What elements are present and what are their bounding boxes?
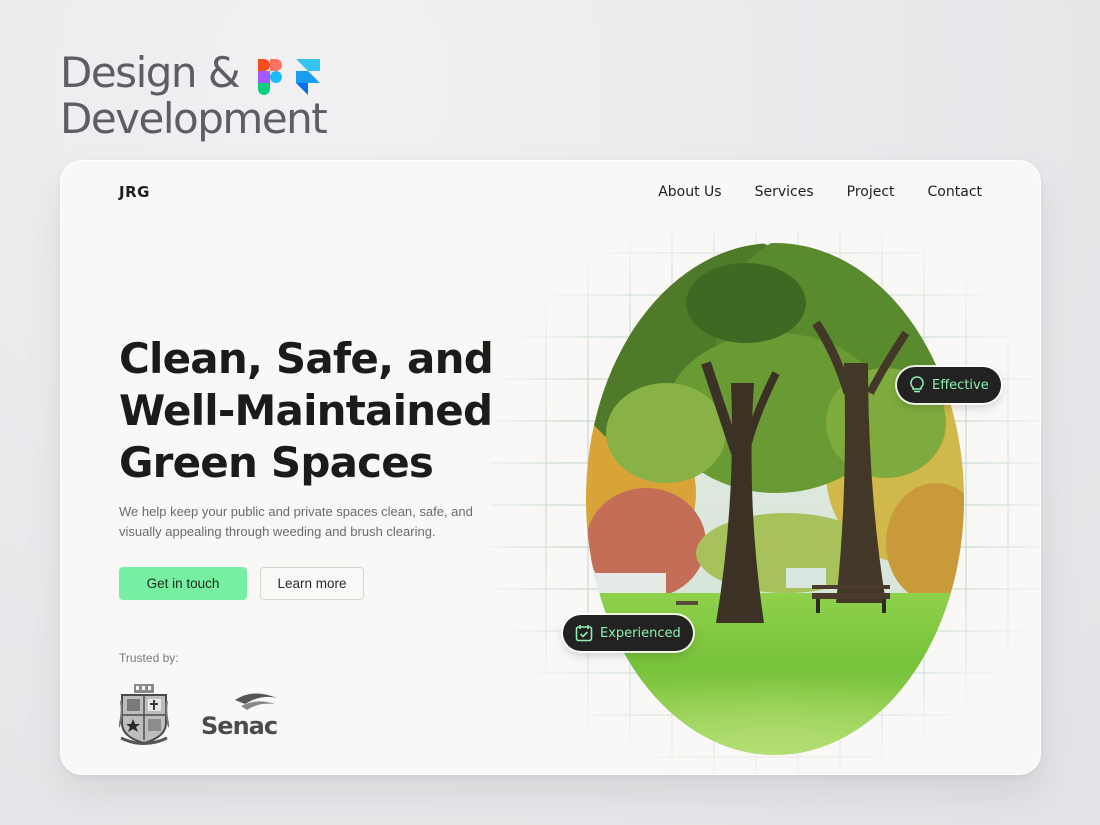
trusted-by-label: Trusted by: [119, 651, 179, 665]
hero-title-line-3: Green Spaces [119, 438, 434, 487]
learn-more-button[interactable]: Learn more [260, 567, 364, 600]
hero-title-line-1: Clean, Safe, and [119, 334, 494, 383]
calendar-check-icon [575, 625, 593, 642]
crest-logo [119, 684, 169, 745]
hero-visual: Effective Experienced [491, 231, 1040, 774]
hero-title: Clean, Safe, and Well-Maintained Green S… [119, 333, 539, 489]
nav-contact[interactable]: Contact [928, 184, 982, 200]
park-photo [586, 243, 964, 755]
senac-logo: Senac [201, 690, 281, 740]
site-logo[interactable]: JRG [119, 183, 150, 201]
effective-badge-label: Effective [932, 377, 989, 393]
lightbulb-icon [910, 376, 924, 393]
senac-logo-text: Senac [201, 712, 278, 740]
hero-title-line-2: Well-Maintained [119, 386, 493, 435]
main-nav: About Us Services Project Contact [658, 184, 982, 200]
get-in-touch-button[interactable]: Get in touch [119, 567, 247, 600]
nav-about-us[interactable]: About Us [658, 184, 721, 200]
headline-line-2: Development [60, 94, 328, 143]
hero-subtitle: We help keep your public and private spa… [119, 504, 473, 539]
tool-icons [258, 59, 320, 95]
experienced-badge-label: Experienced [600, 625, 681, 641]
nav-project[interactable]: Project [847, 184, 895, 200]
website-card: JRG About Us Services Project Contact Cl… [60, 160, 1041, 775]
nav-services[interactable]: Services [755, 184, 814, 200]
experienced-badge: Experienced [563, 615, 693, 651]
trusted-logos: Senac [119, 683, 281, 747]
framer-icon [296, 59, 320, 95]
figma-icon [258, 59, 282, 95]
effective-badge: Effective [897, 367, 1001, 403]
